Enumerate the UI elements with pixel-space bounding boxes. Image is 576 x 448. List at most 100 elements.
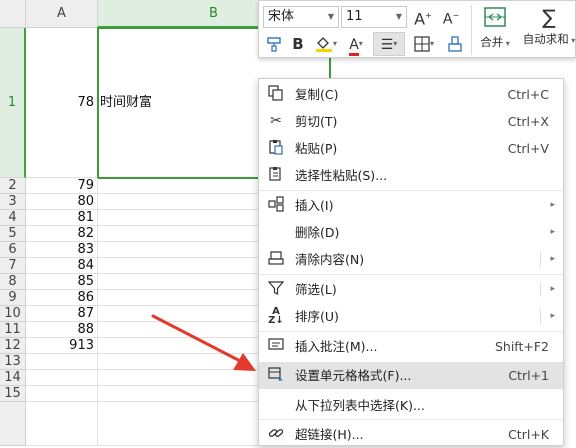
cell-a[interactable] (26, 386, 98, 402)
fill-bucket-icon (315, 37, 332, 52)
menu-item-format-cells[interactable]: 设置单元格格式(F)... Ctrl+1 (259, 362, 563, 389)
menu-item-paste[interactable]: 粘贴(P) Ctrl+V (259, 135, 563, 162)
row-header[interactable]: 4 (0, 210, 26, 226)
menu-item-label: 插入批注(M)... (295, 339, 378, 354)
row-header[interactable]: 6 (0, 242, 26, 258)
row-header[interactable]: 14 (0, 370, 26, 386)
menu-item-label: 粘贴(P) (295, 141, 338, 156)
menu-item-delete[interactable]: 删除(D) ▸ (259, 219, 563, 246)
chevron-down-icon: ▼ (395, 12, 402, 21)
menu-item-paste-special[interactable]: 选择性粘贴(S)... (259, 162, 563, 189)
font-name-select[interactable]: 宋体 ▼ (263, 6, 339, 28)
shrink-font-icon: A (442, 11, 453, 28)
menu-separator (259, 331, 563, 332)
autosum-label: 自动求和 (522, 32, 569, 46)
row-header-1[interactable]: 1 (0, 28, 26, 178)
menu-item-hyperlink[interactable]: 超链接(H)... Ctrl+K (259, 421, 563, 448)
grow-font-button[interactable]: A+ (411, 5, 435, 28)
menu-item-label: 剪切(T) (295, 114, 338, 129)
menu-item-shortcut: Ctrl+K (508, 427, 549, 442)
menu-item-filter[interactable]: 筛选(L) ▸ (259, 276, 563, 303)
mini-toolbar: 宋体 ▼ 11 ▼ A+ A− 合并 ▾ ∑ 自动求和 ▾ B ▾ A▾ ☰▾ … (258, 0, 576, 58)
paste-icon (267, 139, 285, 157)
chevron-right-icon: ▸ (550, 227, 555, 237)
cell-a[interactable]: 80 (26, 194, 98, 210)
eraser-brush-icon (448, 36, 462, 52)
cell-a[interactable] (26, 402, 98, 446)
cell-a1[interactable]: 78 (26, 28, 98, 178)
bold-icon: B (292, 35, 304, 53)
cell-a[interactable]: 85 (26, 274, 98, 290)
cell-a[interactable] (26, 370, 98, 386)
sort-az-icon: A Z↓ (268, 306, 284, 326)
menu-item-divider (540, 309, 541, 324)
font-color-button[interactable]: A▾ (343, 33, 369, 56)
toolbar-divider (471, 5, 472, 55)
menu-item-divider (540, 282, 541, 297)
chevron-right-icon: ▸ (550, 311, 555, 321)
menu-item-label: 超链接(H)... (295, 427, 364, 442)
chevron-right-icon: ▸ (550, 200, 555, 210)
menu-item-sort[interactable]: A Z↓ 排序(U) ▸ (259, 303, 563, 330)
cell-a[interactable]: 84 (26, 258, 98, 274)
copy-icon (267, 85, 285, 103)
cell-a[interactable]: 913 (26, 338, 98, 354)
menu-separator (259, 190, 563, 191)
row-header[interactable]: 15 (0, 386, 26, 402)
format-painter-icon (267, 37, 281, 52)
merge-label: 合并 (480, 35, 504, 49)
autosum-button[interactable]: ∑ 自动求和 ▾ (521, 4, 576, 56)
clear-format-button[interactable] (443, 33, 467, 55)
menu-separator (259, 419, 563, 420)
cell-a[interactable]: 81 (26, 210, 98, 226)
menu-item-pick-from-list[interactable]: 从下拉列表中选择(K)... (259, 392, 563, 419)
sigma-icon: ∑ (542, 5, 556, 29)
row-header[interactable]: 7 (0, 258, 26, 274)
format-painter-button[interactable] (263, 33, 285, 55)
fill-color-button[interactable]: ▾ (311, 33, 341, 55)
row-header[interactable]: 11 (0, 322, 26, 338)
row-header[interactable]: 3 (0, 194, 26, 210)
borders-button[interactable]: ▾ (409, 33, 439, 55)
row-header[interactable]: 12 (0, 338, 26, 354)
font-size-select[interactable]: 11 ▼ (341, 6, 407, 28)
row-header[interactable]: 9 (0, 290, 26, 306)
cell-a[interactable]: 87 (26, 306, 98, 322)
menu-item-clear-contents[interactable]: 清除内容(N) ▸ (259, 246, 563, 273)
cell-a[interactable] (26, 354, 98, 370)
borders-icon (414, 36, 430, 52)
insert-icon (267, 196, 285, 214)
cell-a[interactable]: 86 (26, 290, 98, 306)
select-all-corner[interactable] (0, 0, 26, 28)
row-header[interactable] (0, 402, 26, 446)
row-header[interactable]: 5 (0, 226, 26, 242)
menu-item-label: 选择性粘贴(S)... (295, 168, 388, 183)
row-header[interactable]: 8 (0, 274, 26, 290)
font-size-value: 11 (346, 9, 363, 24)
link-icon (267, 425, 285, 443)
shrink-font-button[interactable]: A− (439, 5, 463, 28)
menu-item-label: 排序(U) (295, 309, 339, 324)
menu-item-insert-comment[interactable]: 插入批注(M)... Shift+F2 (259, 333, 563, 360)
align-center-button[interactable]: ☰▾ (373, 32, 405, 56)
column-header-a[interactable]: A (26, 0, 98, 28)
bold-button[interactable]: B (287, 33, 309, 55)
row-header[interactable]: 13 (0, 354, 26, 370)
cell-a[interactable]: 79 (26, 178, 98, 194)
cell-a[interactable]: 83 (26, 242, 98, 258)
cell-a[interactable]: 82 (26, 226, 98, 242)
menu-item-shortcut: Shift+F2 (494, 339, 549, 354)
merge-button[interactable]: 合并 ▾ (475, 4, 515, 56)
menu-item-label: 筛选(L) (295, 282, 337, 297)
menu-item-insert[interactable]: 插入(I) ▸ (259, 192, 563, 219)
menu-item-copy[interactable]: 复制(C) Ctrl+C (259, 81, 563, 108)
menu-item-label: 设置单元格格式(F)... (295, 368, 412, 383)
comment-icon (267, 337, 285, 355)
merge-cells-icon (484, 7, 506, 27)
menu-item-label: 清除内容(N) (295, 252, 365, 267)
row-header[interactable]: 10 (0, 306, 26, 322)
row-header[interactable]: 2 (0, 178, 26, 194)
font-name-value: 宋体 (268, 9, 295, 24)
cell-a[interactable]: 88 (26, 322, 98, 338)
menu-item-cut[interactable]: ✂ 剪切(T) Ctrl+X (259, 108, 563, 135)
